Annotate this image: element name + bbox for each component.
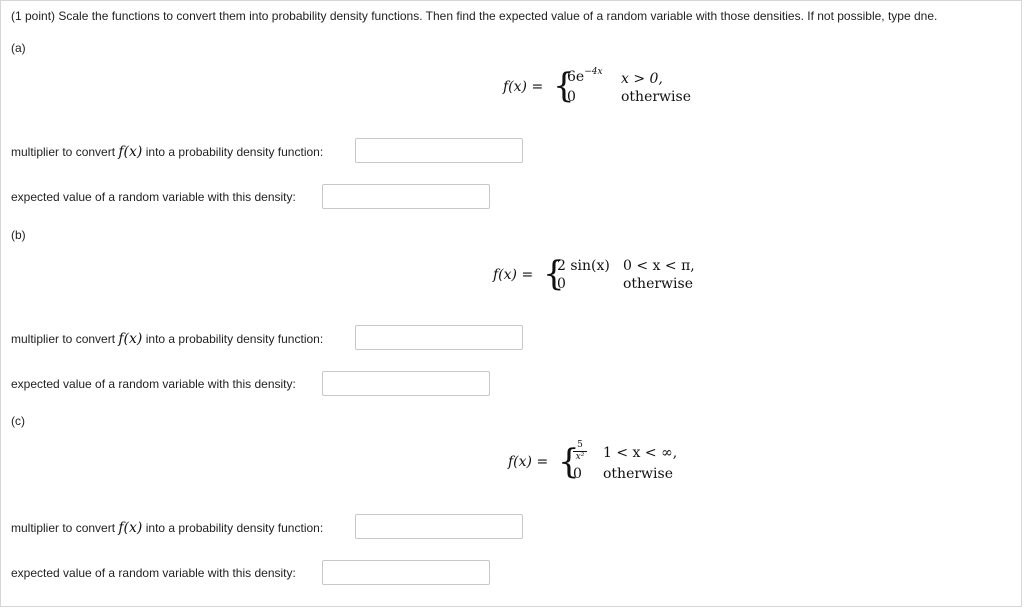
part-a-case2-cond: otherwise <box>621 89 691 105</box>
part-a-equation: f(x) = { 6e−4x x > 0, 0 otherwise <box>503 67 703 111</box>
part-c-expected-label: expected value of a random variable with… <box>11 566 296 580</box>
part-b-expected-label: expected value of a random variable with… <box>11 377 296 391</box>
part-a-multiplier-label: multiplier to convert f(x) into a probab… <box>11 144 324 160</box>
part-a-label: (a) <box>11 41 26 55</box>
part-a-case2-expr: 0 <box>567 89 576 105</box>
part-c-equation: f(x) = { 5 x² 1 < x < ∞, 0 otherwise <box>508 441 708 487</box>
part-a-expected-label: expected value of a random variable with… <box>11 190 296 204</box>
part-c-multiplier-label: multiplier to convert f(x) into a probab… <box>11 520 324 536</box>
part-c-label: (c) <box>11 414 25 428</box>
part-c-case1-fraction: 5 x² <box>573 441 587 462</box>
problem-prompt: (1 point) Scale the functions to convert… <box>11 9 938 23</box>
part-b-equation: f(x) = { 2 sin(x) 0 < x < π, 0 otherwise <box>493 255 713 299</box>
part-b-label: (b) <box>11 228 26 242</box>
problem-frame: (1 point) Scale the functions to convert… <box>0 0 1022 607</box>
part-c-expected-input[interactable] <box>322 560 490 585</box>
part-a-case1-expr: 6e−4x <box>567 67 603 85</box>
part-c-case1-cond: 1 < x < ∞, <box>603 445 678 461</box>
part-b-lhs: f(x) = <box>493 267 534 283</box>
part-b-multiplier-label: multiplier to convert f(x) into a probab… <box>11 331 324 347</box>
part-b-case2-cond: otherwise <box>623 276 693 292</box>
part-a-multiplier-input[interactable] <box>355 138 523 163</box>
part-a-expected-input[interactable] <box>322 184 490 209</box>
part-b-multiplier-input[interactable] <box>355 325 523 350</box>
part-c-case2-expr: 0 <box>573 466 582 482</box>
part-c-multiplier-input[interactable] <box>355 514 523 539</box>
part-c-case2-cond: otherwise <box>603 466 673 482</box>
part-b-expected-input[interactable] <box>322 371 490 396</box>
part-b-case1-expr: 2 sin(x) <box>557 258 610 274</box>
part-a-case1-cond: x > 0, <box>621 71 663 87</box>
part-c-lhs: f(x) = <box>508 454 549 470</box>
part-a-lhs: f(x) = <box>503 79 544 95</box>
part-b-case1-cond: 0 < x < π, <box>623 258 695 274</box>
part-b-case2-expr: 0 <box>557 276 566 292</box>
